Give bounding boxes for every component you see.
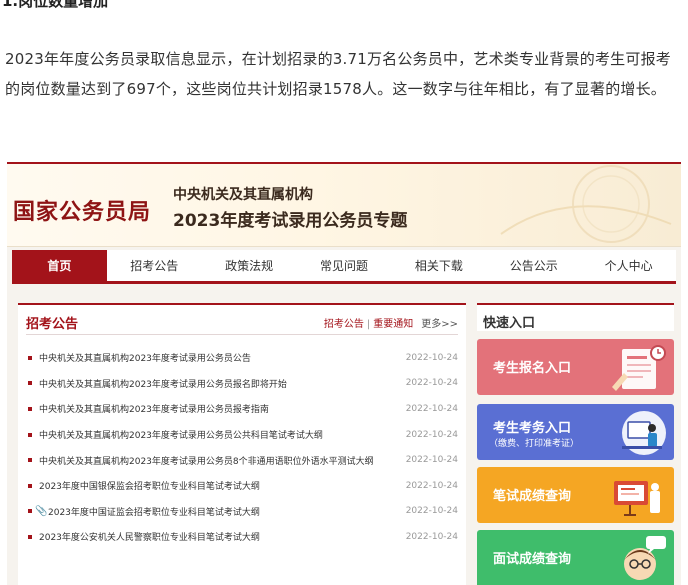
list-item[interactable]: 2023年度中国银保监会招考职位专业科目笔试考试大纲 2022-10-24 xyxy=(28,473,458,499)
link-important-notices[interactable]: 重要通知 xyxy=(373,319,413,330)
notices-list: 中央机关及其直属机构2023年度考试录用公务员公告 2022-10-24 中央机关… xyxy=(28,345,458,550)
notices-panel-title: 招考公告 xyxy=(26,317,79,332)
exam-affairs-entry-sub: （缴费、打印准考证） xyxy=(489,439,580,449)
exam-affairs-entry-label: 考生考务入口 xyxy=(493,421,572,436)
notice-title[interactable]: 2023年度中国证监会招考职位专业科目笔试考试大纲 xyxy=(48,505,402,518)
notice-title[interactable]: 中央机关及其直属机构2023年度考试录用公务员公共科目笔试考试大纲 xyxy=(39,428,402,441)
notice-title[interactable]: 中央机关及其直属机构2023年度考试录用公务员报名即将开始 xyxy=(39,377,402,390)
paperclip-icon: 📎 xyxy=(35,505,48,517)
notices-panel-links: 招考公告 | 重要通知 更多>> xyxy=(324,315,458,330)
list-item[interactable]: 📎 2023年度中国证监会招考职位专业科目笔试考试大纲 2022-10-24 xyxy=(28,499,458,525)
notice-title[interactable]: 中央机关及其直属机构2023年度考试录用公务员报考指南 xyxy=(39,402,402,415)
bullet-icon xyxy=(28,432,32,437)
nav-announcements[interactable]: 招考公告 xyxy=(107,250,202,281)
nav-faq[interactable]: 常见问题 xyxy=(297,250,392,281)
article-paragraph: 2023年年度公务员录取信息显示，在计划招录的3.71万名公务员中，艺术类专业背… xyxy=(5,50,671,98)
bullet-icon xyxy=(28,406,32,411)
list-item[interactable]: 中央机关及其直属机构2023年度考试录用公务员公共科目笔试考试大纲 2022-10… xyxy=(28,422,458,448)
notice-date: 2022-10-24 xyxy=(405,378,458,389)
nav-public-notices[interactable]: 公告公示 xyxy=(486,250,581,281)
quick-entry-title: 快速入口 xyxy=(483,316,536,331)
notice-date: 2022-10-24 xyxy=(405,455,458,466)
notice-date: 2022-10-24 xyxy=(405,506,458,517)
interview-person-icon xyxy=(624,536,666,580)
site-banner: 国家公务员局 中央机关及其直属机构 2023年度考试录用公务员专题 xyxy=(7,164,681,247)
interview-score-query-label: 面试成绩查询 xyxy=(493,552,572,567)
notice-date: 2022-10-24 xyxy=(405,429,458,440)
interview-score-query-button[interactable]: 面试成绩查询 xyxy=(477,530,674,585)
banner-subtitle: 中央机关及其直属机构 xyxy=(173,187,313,203)
bullet-icon xyxy=(28,483,32,488)
notice-date: 2022-10-24 xyxy=(405,480,458,491)
notice-date: 2022-10-24 xyxy=(405,352,458,363)
list-item[interactable]: 2023年度公安机关人民警察职位专业科目笔试考试大纲 2022-10-24 xyxy=(28,524,458,550)
embedded-website-screenshot: 国家公务员局 中央机关及其直属机构 2023年度考试录用公务员专题 首页 招考公… xyxy=(7,162,681,585)
banner-decoration xyxy=(500,165,672,243)
bullet-icon xyxy=(28,458,32,463)
banner-title: 2023年度考试录用公务员专题 xyxy=(173,211,408,231)
nav-downloads[interactable]: 相关下载 xyxy=(391,250,486,281)
notice-title[interactable]: 2023年度公安机关人民警察职位专业科目笔试考试大纲 xyxy=(39,530,402,543)
list-item[interactable]: 中央机关及其直属机构2023年度考试录用公务员8个非通用语职位外语水平测试大纲 2… xyxy=(28,447,458,473)
quick-entry-panel: 快速入口 考生报名入口 考生考务入口 （缴费、打印准考证） 笔试成绩查询 面试成… xyxy=(477,303,674,585)
notices-panel: 招考公告 招考公告 | 重要通知 更多>> 中央机关及其直属机构2023年度考试录用公… xyxy=(18,303,466,585)
notice-date: 2022-10-24 xyxy=(405,403,458,414)
article-heading-text: 1.岗位数量增加 xyxy=(2,0,109,10)
bullet-icon xyxy=(28,381,32,386)
written-score-query-label: 笔试成绩查询 xyxy=(493,489,572,504)
agency-logo-text[interactable]: 国家公务员局 xyxy=(13,194,151,226)
list-item[interactable]: 中央机关及其直属机构2023年度考试录用公务员公告 2022-10-24 xyxy=(28,345,458,371)
article-heading: 1.岗位数量增加 xyxy=(0,0,688,10)
written-score-query-button[interactable]: 笔试成绩查询 xyxy=(477,467,674,523)
more-link[interactable]: 更多>> xyxy=(413,319,458,330)
registration-form-icon xyxy=(612,345,666,391)
registration-entry-button[interactable]: 考生报名入口 xyxy=(477,339,674,395)
nav-home[interactable]: 首页 xyxy=(12,250,107,281)
panel-divider xyxy=(26,334,458,335)
notice-title[interactable]: 中央机关及其直属机构2023年度考试录用公务员公告 xyxy=(39,351,402,364)
exam-affairs-entry-button[interactable]: 考生考务入口 （缴费、打印准考证） xyxy=(477,404,674,460)
notice-title[interactable]: 中央机关及其直属机构2023年度考试录用公务员8个非通用语职位外语水平测试大纲 xyxy=(39,454,402,467)
bullet-icon xyxy=(28,534,32,539)
main-nav: 首页 招考公告 政策法规 常见问题 相关下载 公告公示 个人中心 xyxy=(12,250,676,284)
registration-entry-label: 考生报名入口 xyxy=(493,361,572,376)
link-separator: | xyxy=(366,319,371,330)
bullet-icon xyxy=(28,509,32,514)
candidate-at-desk-icon xyxy=(622,411,666,455)
nav-policies[interactable]: 政策法规 xyxy=(202,250,297,281)
list-item[interactable]: 中央机关及其直属机构2023年度考试录用公务员报名即将开始 2022-10-24 xyxy=(28,371,458,397)
notice-date: 2022-10-24 xyxy=(405,531,458,542)
notice-title[interactable]: 2023年度中国银保监会招考职位专业科目笔试考试大纲 xyxy=(39,479,402,492)
quick-entry-header: 快速入口 xyxy=(477,303,674,331)
nav-personal-center[interactable]: 个人中心 xyxy=(581,250,676,281)
exam-score-board-icon xyxy=(614,481,660,516)
bullet-icon xyxy=(28,355,32,360)
list-item[interactable]: 中央机关及其直属机构2023年度考试录用公务员报考指南 2022-10-24 xyxy=(28,396,458,422)
link-announcements[interactable]: 招考公告 xyxy=(324,319,364,330)
